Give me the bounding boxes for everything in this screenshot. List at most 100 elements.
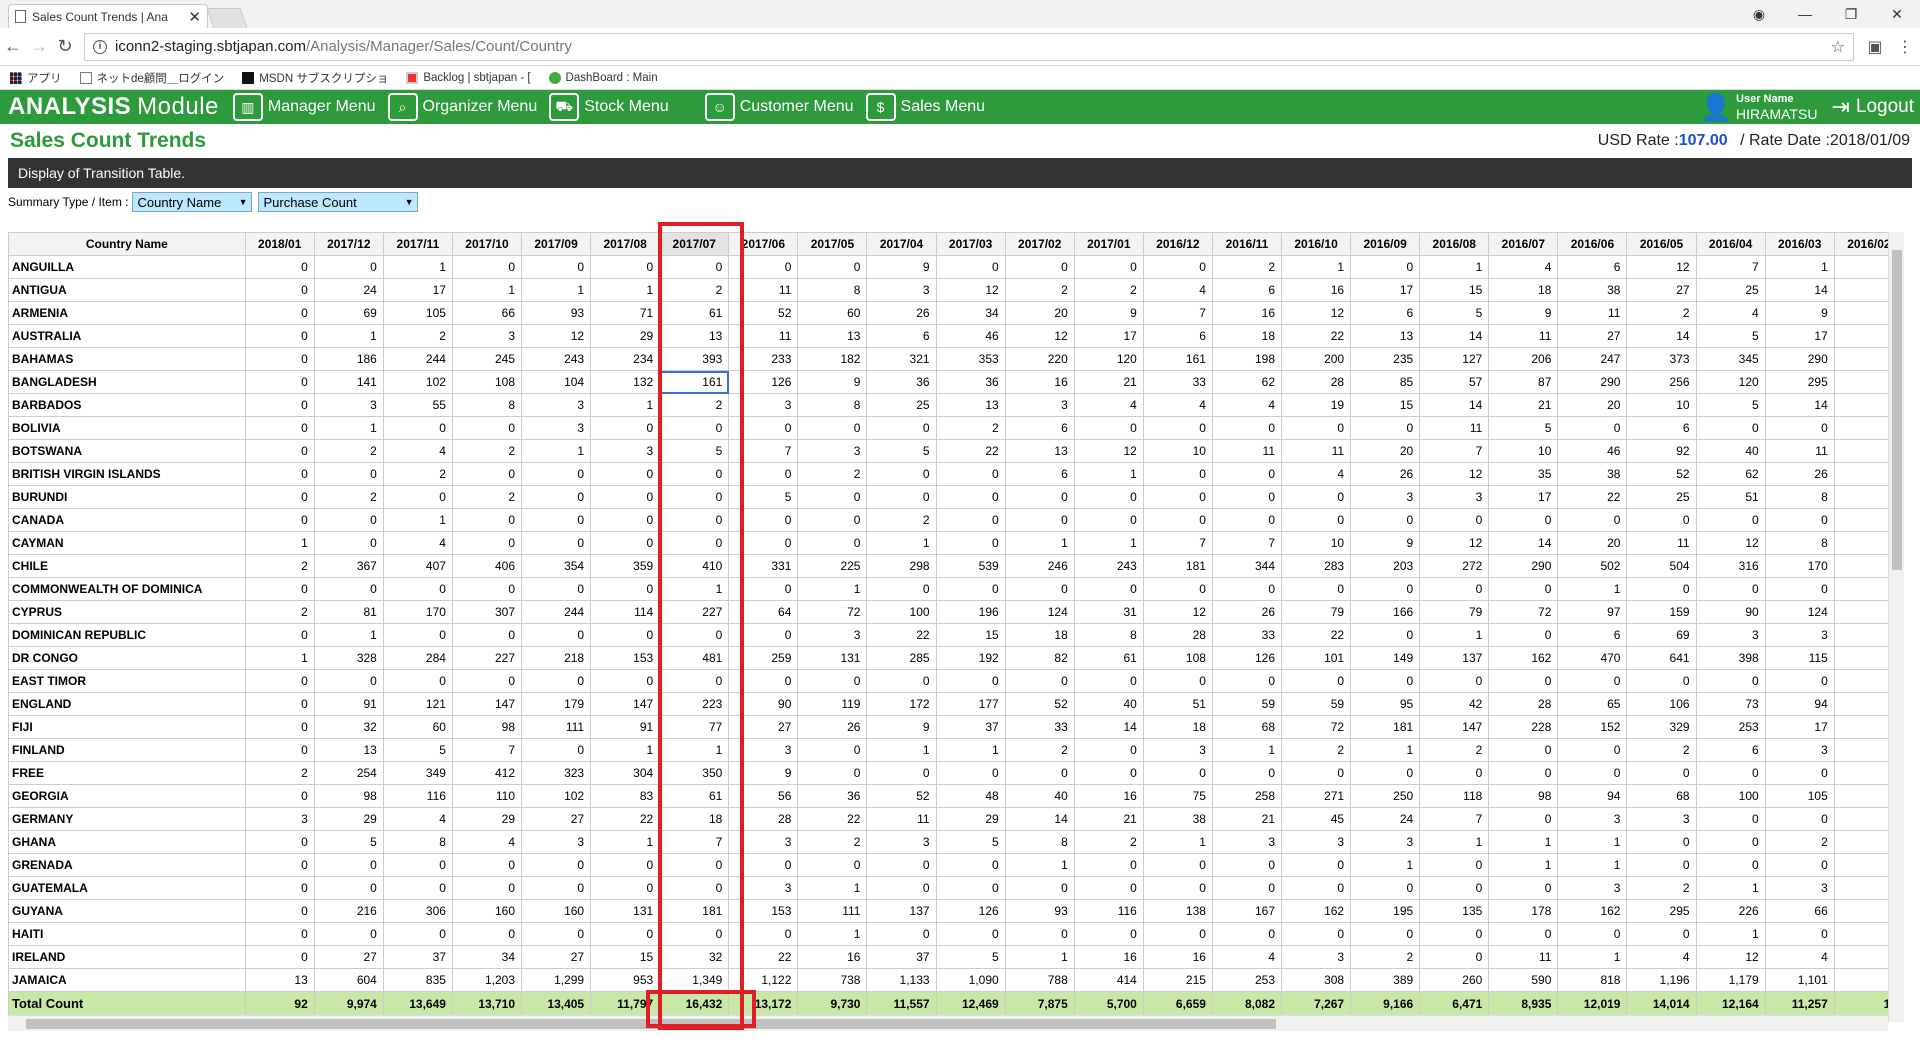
count-cell[interactable]: 0 xyxy=(590,669,661,693)
count-cell[interactable]: 0 xyxy=(451,255,523,279)
count-cell[interactable]: 147 xyxy=(1419,715,1490,739)
count-cell[interactable]: 59 xyxy=(1211,692,1283,716)
count-cell[interactable]: 1 xyxy=(1488,853,1559,877)
count-cell[interactable]: 18 xyxy=(1488,278,1559,302)
count-cell[interactable]: 42 xyxy=(1419,692,1490,716)
count-cell[interactable]: 290 xyxy=(1764,347,1835,371)
count-cell[interactable]: 8 xyxy=(797,278,868,302)
count-cell[interactable]: 0 xyxy=(797,255,868,279)
country-name-cell[interactable]: DR CONGO xyxy=(8,646,246,670)
count-cell[interactable]: 398 xyxy=(1695,646,1766,670)
count-cell[interactable]: 0 xyxy=(244,876,315,900)
count-cell[interactable]: 21 xyxy=(1488,393,1559,417)
count-cell[interactable]: 0 xyxy=(521,853,592,877)
count-cell[interactable]: 243 xyxy=(521,347,592,371)
count-cell[interactable]: 135 xyxy=(1419,899,1490,923)
count-cell[interactable]: 2 xyxy=(451,485,523,509)
count-cell[interactable]: 298 xyxy=(866,554,937,578)
count-cell[interactable]: 0 xyxy=(1142,853,1213,877)
count-cell[interactable]: 0 xyxy=(1281,876,1352,900)
count-cell[interactable]: 0 xyxy=(1419,577,1490,601)
count-cell[interactable]: 170 xyxy=(1764,554,1835,578)
close-icon[interactable]: ✕ xyxy=(188,8,201,26)
count-cell[interactable]: 4 xyxy=(1073,393,1144,417)
count-cell[interactable]: 4 xyxy=(1281,462,1352,486)
count-cell[interactable]: 1 xyxy=(1764,255,1835,279)
count-cell[interactable]: 72 xyxy=(1281,715,1352,739)
count-cell[interactable]: 0 xyxy=(1695,830,1766,854)
count-cell[interactable]: 0 xyxy=(866,922,937,946)
count-cell[interactable]: 46 xyxy=(1557,439,1628,463)
count-cell[interactable]: 1 xyxy=(451,278,523,302)
count-cell[interactable]: 20 xyxy=(1350,439,1421,463)
count-cell[interactable]: 0 xyxy=(1281,922,1352,946)
count-cell[interactable]: 1 xyxy=(797,577,868,601)
count-cell[interactable]: 92 xyxy=(1626,439,1697,463)
country-name-cell[interactable]: JAMAICA xyxy=(8,968,246,992)
count-cell[interactable]: 412 xyxy=(451,761,523,785)
count-cell[interactable]: 120 xyxy=(1695,370,1766,394)
count-cell[interactable]: 244 xyxy=(382,347,453,371)
bookmark-star-icon[interactable]: ☆ xyxy=(1831,37,1845,57)
count-cell[interactable]: 5 xyxy=(935,830,1006,854)
count-cell[interactable]: 0 xyxy=(313,669,384,693)
count-cell[interactable]: 0 xyxy=(451,531,523,555)
count-cell[interactable]: 3 xyxy=(521,416,592,440)
count-cell[interactable]: 0 xyxy=(521,669,592,693)
count-cell[interactable]: 20 xyxy=(1557,393,1628,417)
count-cell[interactable]: 0 xyxy=(1557,669,1628,693)
count-cell[interactable]: 12 xyxy=(1419,462,1490,486)
count-cell[interactable]: 16 xyxy=(1073,784,1144,808)
count-cell[interactable]: 3 xyxy=(1695,623,1766,647)
count-cell[interactable]: 0 xyxy=(1004,876,1075,900)
count-cell[interactable]: 52 xyxy=(1626,462,1697,486)
count-cell[interactable]: 22 xyxy=(797,807,868,831)
count-cell[interactable]: 38 xyxy=(1142,807,1213,831)
count-cell[interactable]: 0 xyxy=(1281,485,1352,509)
count-cell[interactable]: 7 xyxy=(1142,301,1213,325)
count-cell[interactable]: 102 xyxy=(521,784,592,808)
count-cell[interactable]: 198 xyxy=(1211,347,1283,371)
count-cell[interactable]: 15 xyxy=(1419,278,1490,302)
count-cell[interactable]: 0 xyxy=(382,416,453,440)
count-cell[interactable]: 359 xyxy=(590,554,661,578)
count-cell[interactable]: 27 xyxy=(521,945,592,969)
count-cell[interactable]: 94 xyxy=(1764,692,1835,716)
count-cell[interactable]: 91 xyxy=(590,715,661,739)
count-cell[interactable]: 10 xyxy=(1626,393,1697,417)
count-cell[interactable]: 953 xyxy=(590,968,661,992)
count-cell[interactable]: 110 xyxy=(451,784,523,808)
count-cell[interactable]: 71 xyxy=(590,301,661,325)
country-name-cell[interactable]: GRENADA xyxy=(8,853,246,877)
count-cell[interactable]: 24 xyxy=(1350,807,1421,831)
count-cell[interactable]: 181 xyxy=(1350,715,1421,739)
count-cell[interactable]: 2 xyxy=(244,554,315,578)
count-cell[interactable]: 14 xyxy=(1419,393,1490,417)
count-cell[interactable]: 0 xyxy=(590,255,661,279)
count-cell[interactable]: 72 xyxy=(797,600,868,624)
count-cell[interactable]: 0 xyxy=(1764,508,1835,532)
count-cell[interactable]: 0 xyxy=(797,669,868,693)
count-cell[interactable]: 0 xyxy=(1073,577,1144,601)
count-cell[interactable]: 81 xyxy=(313,600,384,624)
count-cell[interactable]: 0 xyxy=(866,416,937,440)
bookmark-apps[interactable]: アプリ xyxy=(10,70,62,86)
count-cell[interactable]: 0 xyxy=(1211,761,1283,785)
count-cell[interactable]: 2 xyxy=(935,416,1006,440)
count-cell[interactable]: 1 xyxy=(866,531,937,555)
count-cell[interactable]: 21 xyxy=(1073,807,1144,831)
count-cell[interactable]: 5 xyxy=(935,945,1006,969)
count-cell[interactable]: 1 xyxy=(590,393,661,417)
count-cell[interactable]: 0 xyxy=(313,922,384,946)
count-cell[interactable]: 227 xyxy=(451,646,523,670)
count-cell[interactable]: 116 xyxy=(1073,899,1144,923)
count-cell[interactable]: 27 xyxy=(521,807,592,831)
cast-icon[interactable]: ▣ xyxy=(1860,37,1890,57)
count-cell[interactable]: 0 xyxy=(1211,485,1283,509)
count-cell[interactable]: 24 xyxy=(313,278,384,302)
count-cell[interactable]: 40 xyxy=(1695,439,1766,463)
count-cell[interactable]: 127 xyxy=(1419,347,1490,371)
count-cell[interactable]: 3 xyxy=(590,439,661,463)
bookmark-msdn[interactable]: MSDN サブスクリプショ xyxy=(242,70,388,86)
count-cell[interactable]: 502 xyxy=(1557,554,1628,578)
